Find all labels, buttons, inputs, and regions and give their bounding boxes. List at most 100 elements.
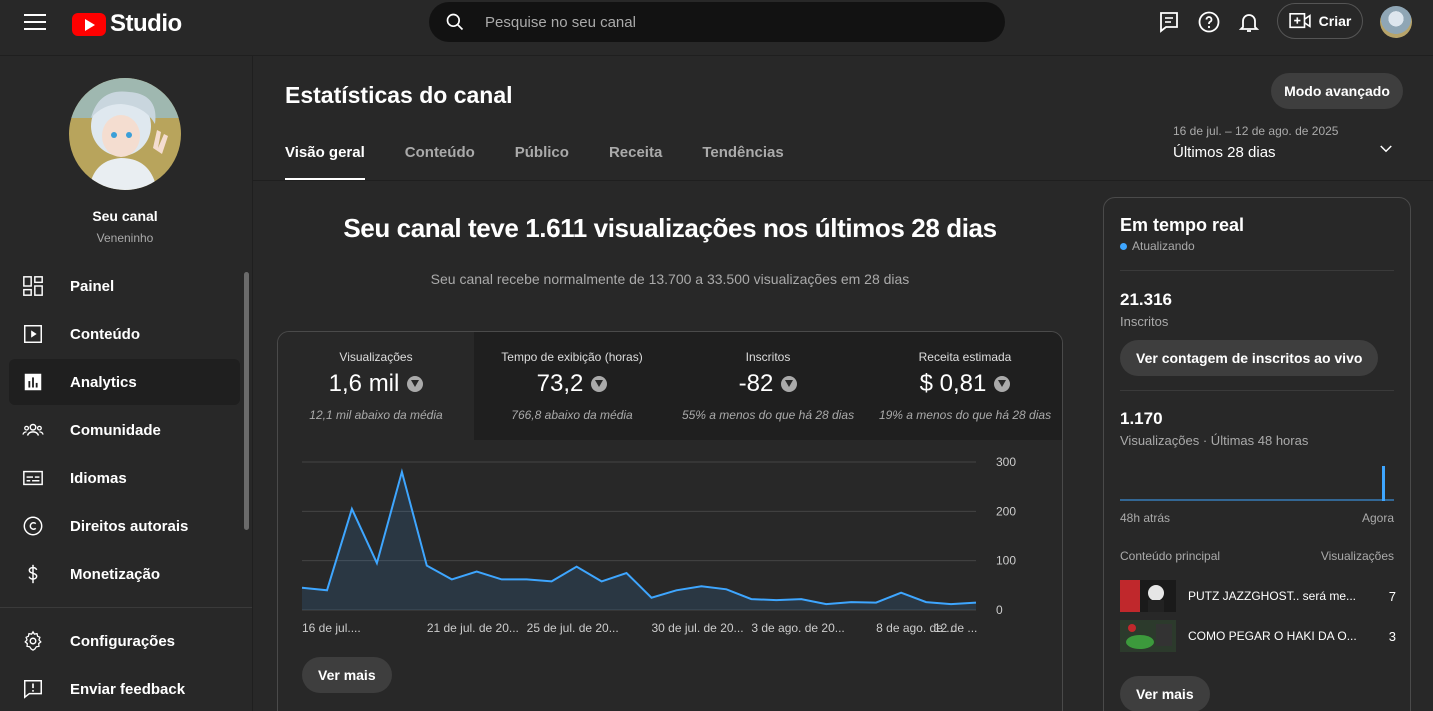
search-input[interactable] xyxy=(485,13,965,31)
sidebar-item-conteudo[interactable]: Conteúdo xyxy=(9,311,240,357)
sidebar-item-label: Configurações xyxy=(70,632,176,650)
metric-views[interactable]: Visualizações 1,6 mil 12,1 mil abaixo da… xyxy=(278,332,474,440)
logo-text: Studio xyxy=(110,10,182,37)
sidebar-item-label: Conteúdo xyxy=(70,325,140,343)
create-button[interactable]: Criar xyxy=(1277,3,1363,39)
tab-receita[interactable]: Receita xyxy=(609,144,662,180)
sidebar-item-painel[interactable]: Painel xyxy=(9,263,240,309)
x-tick-label: 30 de jul. de 20... xyxy=(651,621,743,635)
see-more-button[interactable]: Ver mais xyxy=(302,657,392,693)
studio-logo[interactable]: Studio xyxy=(72,10,182,38)
realtime-card: Em tempo real Atualizando 21.316 Inscrit… xyxy=(1103,197,1411,711)
metric-note: 55% a menos do que há 28 dias xyxy=(681,408,855,422)
analytics-icon xyxy=(24,373,42,391)
metric-value: -82 xyxy=(738,370,774,397)
video-views: 3 xyxy=(1388,628,1396,644)
sidebar-divider xyxy=(0,607,252,608)
menu-icon[interactable] xyxy=(24,14,46,32)
sidebar-item-comunidade[interactable]: Comunidade xyxy=(9,407,240,453)
realtime-bar xyxy=(1382,466,1385,501)
metric-label: Receita estimada xyxy=(918,350,1012,364)
gear-icon xyxy=(24,630,42,651)
date-range-text: 16 de jul. – 12 de ago. de 2025 xyxy=(1173,124,1339,138)
tab-visao-geral[interactable]: Visão geral xyxy=(285,144,365,180)
channel-name: Veneninho xyxy=(96,231,154,245)
sidebar-item-label: Monetização xyxy=(70,565,161,583)
help-icon[interactable] xyxy=(1197,10,1221,34)
realtime-views-count: 1.170 xyxy=(1120,409,1163,428)
feedback-icon xyxy=(24,680,42,699)
video-title: COMO PEGAR O HAKI DA O... xyxy=(1188,629,1357,643)
tab-publico[interactable]: Público xyxy=(515,144,569,180)
list-item[interactable]: COMO PEGAR O HAKI DA O... 3 xyxy=(1120,620,1396,652)
content-icon xyxy=(24,325,42,343)
x-tick-label: 16 de jul.... xyxy=(302,621,361,635)
page-title: Estatísticas do canal xyxy=(285,82,513,108)
sidebar-item-direitos-autorais[interactable]: Direitos autorais xyxy=(9,503,240,549)
realtime-status: Atualizando xyxy=(1120,239,1195,253)
subheadline: Seu canal recebe normalmente de 13.700 a… xyxy=(430,271,910,287)
account-avatar[interactable] xyxy=(1380,6,1412,38)
views-column-label: Visualizações xyxy=(1320,549,1394,563)
metric-note: 766,8 abaixo da média xyxy=(511,408,633,422)
see-more-button[interactable]: Ver mais xyxy=(1120,676,1210,711)
x-tick-label: 25 de jul. de 20... xyxy=(527,621,619,635)
live-count-button[interactable]: Ver contagem de inscritos ao vivo xyxy=(1120,340,1379,376)
dashboard-icon xyxy=(23,276,43,296)
overview-card: Visualizações 1,6 mil 12,1 mil abaixo da… xyxy=(277,331,1063,711)
sidebar-item-enviar-feedback[interactable]: Enviar feedback xyxy=(9,666,240,711)
advanced-mode-button[interactable]: Modo avançado xyxy=(1271,73,1403,109)
sidebar-scrollbar[interactable] xyxy=(244,272,249,530)
list-item[interactable]: PUTZ JAZZGHOST.. será me... 7 xyxy=(1120,580,1396,612)
sidebar-item-label: Comunidade xyxy=(70,421,161,439)
date-range-picker[interactable]: 16 de jul. – 12 de ago. de 2025 Últimos … xyxy=(1173,124,1338,161)
subtitles-icon xyxy=(23,470,43,486)
views-area xyxy=(302,471,976,610)
arrow-down-icon xyxy=(994,376,1011,392)
metric-note: 19% a menos do que há 28 dias xyxy=(878,408,1052,422)
sidebar-item-idiomas[interactable]: Idiomas xyxy=(9,455,240,501)
sidebar-item-monetizacao[interactable]: Monetização xyxy=(9,551,240,597)
tab-conteudo[interactable]: Conteúdo xyxy=(405,144,475,180)
copyright-icon xyxy=(23,516,43,536)
metric-subscribers[interactable]: Inscritos -82 55% a menos do que há 28 d… xyxy=(670,332,866,440)
y-tick-label: 200 xyxy=(996,504,1016,518)
video-thumbnail xyxy=(1120,620,1176,652)
subtitles-feedback-icon[interactable] xyxy=(1157,10,1181,34)
tab-tendencias[interactable]: Tendências xyxy=(702,144,783,180)
metric-value: 73,2 xyxy=(536,370,584,397)
divider xyxy=(1120,390,1394,391)
search-bar[interactable] xyxy=(429,2,1005,42)
top-bar: Studio Criar xyxy=(0,0,1433,56)
y-tick-label: 0 xyxy=(996,603,1003,617)
sidebar-item-label: Painel xyxy=(70,277,115,295)
chevron-down-icon[interactable] xyxy=(1377,140,1395,158)
sidebar-item-configuracoes[interactable]: Configurações xyxy=(9,618,240,664)
metric-revenue[interactable]: Receita estimada $ 0,81 19% a menos do q… xyxy=(866,332,1062,440)
dollar-icon xyxy=(28,564,38,584)
realtime-bar-chart xyxy=(1120,466,1394,501)
top-content-label: Conteúdo principal xyxy=(1120,549,1221,563)
axis-left-label: 48h atrás xyxy=(1120,511,1171,525)
metric-watch-time[interactable]: Tempo de exibição (horas) 73,2 766,8 aba… xyxy=(474,332,670,440)
subscribers-count: 21.316 xyxy=(1120,290,1172,309)
metric-value: 1,6 mil xyxy=(328,370,400,397)
search-icon xyxy=(446,13,464,31)
arrow-down-icon xyxy=(591,376,608,392)
sidebar-item-analytics[interactable]: Analytics xyxy=(9,359,240,405)
x-tick-label: 12 de ... xyxy=(934,621,977,635)
create-label: Criar xyxy=(1318,13,1352,29)
x-tick-label: 3 de ago. de 20... xyxy=(751,621,844,635)
metric-label: Inscritos xyxy=(745,350,791,364)
notifications-icon[interactable] xyxy=(1237,10,1261,34)
video-title: PUTZ JAZZGHOST.. será me... xyxy=(1188,589,1357,603)
arrow-down-icon xyxy=(407,376,424,392)
divider xyxy=(1120,270,1394,271)
channel-avatar[interactable] xyxy=(69,78,181,190)
realtime-title: Em tempo real xyxy=(1120,215,1245,235)
sidebar-item-label: Enviar feedback xyxy=(70,680,186,698)
metric-label: Tempo de exibição (horas) xyxy=(501,350,643,364)
realtime-views-label: Visualizações · Últimas 48 horas xyxy=(1120,433,1309,448)
main-content: Estatísticas do canal Modo avançado Visã… xyxy=(253,56,1433,711)
channel-title: Seu canal xyxy=(92,208,158,224)
